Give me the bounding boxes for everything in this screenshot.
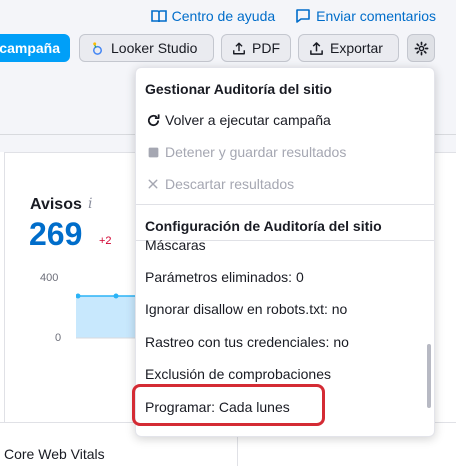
export-button[interactable]: Exportar	[298, 34, 399, 62]
menu-separator	[136, 204, 434, 205]
notices-value[interactable]: 269	[29, 216, 82, 253]
export-label: Exportar	[330, 40, 383, 56]
book-icon	[150, 10, 167, 23]
rerun-campaign-item[interactable]: Volver a ejecutar campaña	[136, 104, 426, 136]
upload-icon	[233, 42, 245, 54]
schedule-item[interactable]: Programar: Cada lunes	[136, 391, 426, 423]
campaign-button[interactable]: campaña	[0, 34, 70, 62]
top-links: Centro de ayuda Enviar comentarios	[150, 8, 436, 24]
masks-label: Máscaras	[145, 237, 206, 253]
settings-dropdown-menu: Gestionar Auditoría del sitio Volver a e…	[135, 67, 435, 437]
notices-delta: +2	[99, 235, 112, 247]
campaign-button-label: campaña	[0, 40, 60, 56]
gear-icon	[414, 41, 428, 55]
upload-icon	[310, 41, 323, 55]
menu-scrollbar[interactable]	[427, 344, 431, 408]
rerun-campaign-label: Volver a ejecutar campaña	[165, 112, 331, 128]
send-feedback-label: Enviar comentarios	[316, 8, 436, 24]
notices-trend-chart	[76, 293, 138, 339]
stop-save-results-label: Detener y guardar resultados	[165, 144, 347, 160]
ignore-disallow-item[interactable]: Ignorar disallow en robots.txt: no	[136, 293, 426, 325]
help-center-label: Centro de ayuda	[171, 8, 276, 24]
help-center-link[interactable]: Centro de ayuda	[150, 8, 276, 24]
discard-results-label: Descartar resultados	[165, 176, 295, 192]
check-exclusion-item[interactable]: Exclusión de comprobaciones	[136, 358, 426, 390]
manage-audit-header: Gestionar Auditoría del sitio	[145, 81, 332, 97]
info-icon[interactable]: i	[88, 196, 92, 212]
card-left-strip	[0, 152, 5, 422]
check-exclusion-label: Exclusión de comprobaciones	[145, 366, 331, 382]
looker-studio-label: Looker Studio	[111, 40, 198, 56]
refresh-icon	[145, 112, 161, 128]
looker-studio-icon	[93, 41, 102, 55]
ignore-disallow-label: Ignorar disallow en robots.txt: no	[145, 301, 348, 317]
removed-parameters-item[interactable]: Parámetros eliminados: 0	[136, 261, 426, 293]
pdf-button[interactable]: PDF	[221, 34, 291, 62]
axis-label-bottom: 0	[55, 332, 62, 344]
axis-label-top: 400	[40, 272, 59, 284]
masks-item[interactable]: Máscaras	[136, 231, 426, 259]
toolbar: campaña Looker Studio PDF Exportar	[0, 34, 456, 64]
core-web-vitals-title[interactable]: Core Web Vitals	[4, 446, 105, 462]
trend-area-fill	[76, 296, 138, 338]
stop-icon	[145, 144, 161, 160]
stop-save-results-item: Detener y guardar resultados	[136, 136, 426, 168]
removed-parameters-label: Parámetros eliminados: 0	[145, 269, 304, 285]
send-feedback-link[interactable]: Enviar comentarios	[295, 8, 436, 24]
schedule-label: Programar: Cada lunes	[145, 399, 290, 415]
pdf-label: PDF	[252, 40, 280, 56]
looker-studio-button[interactable]: Looker Studio	[79, 34, 214, 62]
crawl-credentials-label: Rastreo con tus credenciales: no	[145, 334, 349, 350]
close-icon	[145, 176, 161, 192]
crawl-credentials-item[interactable]: Rastreo con tus credenciales: no	[136, 326, 426, 358]
trend-point	[113, 293, 119, 299]
settings-button[interactable]	[407, 34, 435, 62]
discard-results-item: Descartar resultados	[136, 168, 426, 200]
notices-title: Avisos	[30, 196, 82, 213]
comment-icon	[296, 9, 310, 23]
